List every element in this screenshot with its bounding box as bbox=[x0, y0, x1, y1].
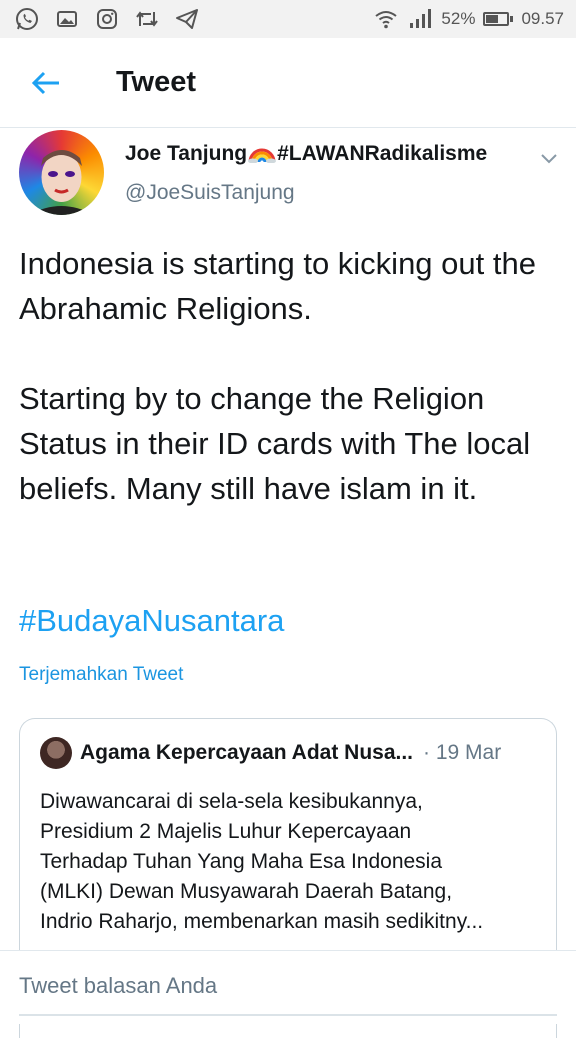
app-header: Tweet bbox=[0, 38, 576, 128]
arrow-left-icon bbox=[31, 71, 59, 94]
rainbow-icon bbox=[248, 148, 277, 163]
reply-input[interactable]: Tweet balasan Anda bbox=[19, 973, 217, 999]
instagram-icon bbox=[94, 6, 120, 32]
quoted-tweet-text: Diwawancarai di sela-sela kesibukannya, … bbox=[40, 790, 484, 933]
reply-bar: Tweet balasan Anda bbox=[0, 950, 576, 1024]
reply-underline bbox=[19, 1014, 557, 1016]
system-indicators: 52% 09.57 bbox=[373, 6, 564, 32]
signal-icon bbox=[407, 6, 433, 32]
battery-icon bbox=[483, 12, 514, 26]
tweet-paragraph: Indonesia is starting to kicking out the… bbox=[19, 246, 536, 326]
status-bar: 52% 09.57 bbox=[0, 0, 576, 38]
back-button[interactable] bbox=[16, 53, 76, 113]
quoted-author-name: Agama Kepercayaan Adat Nusa... bbox=[80, 741, 414, 764]
hashtag-link[interactable]: #BudayaNusantara bbox=[19, 598, 284, 643]
wifi-icon bbox=[373, 6, 399, 32]
notification-icons bbox=[14, 6, 200, 32]
tweet-paragraph: Starting by to change the Religion Statu… bbox=[19, 381, 531, 506]
tweet-text: Indonesia is starting to kicking out the… bbox=[19, 241, 564, 511]
tweet-menu-button[interactable] bbox=[534, 144, 564, 174]
translate-tweet-link[interactable]: Terjemahkan Tweet bbox=[19, 664, 183, 686]
battery-level bbox=[486, 15, 498, 23]
author-handle[interactable]: @JoeSuisTanjung bbox=[125, 181, 295, 205]
chevron-down-icon bbox=[541, 154, 557, 164]
quoted-avatar bbox=[40, 737, 72, 769]
clock: 09.57 bbox=[521, 9, 564, 28]
tweet: Joe Tanjung #LAWANRadikalisme @JoeSuisTan… bbox=[0, 128, 576, 1038]
gallery-icon bbox=[54, 6, 80, 32]
telegram-icon bbox=[174, 6, 200, 32]
whatsapp-icon bbox=[14, 6, 40, 32]
page-title: Tweet bbox=[116, 66, 197, 98]
quoted-tweet-header: Agama Kepercayaan Adat Nusa... · 19 Mar bbox=[40, 737, 540, 769]
battery-percent: 52% bbox=[441, 9, 476, 28]
quoted-date: · 19 Mar bbox=[423, 741, 502, 764]
author-name[interactable]: Joe Tanjung #LAWANRadikalisme bbox=[125, 142, 487, 166]
tweet-author-row: Joe Tanjung #LAWANRadikalisme @JoeSuisTan… bbox=[0, 128, 576, 220]
retweet-icon bbox=[134, 6, 160, 32]
avatar[interactable] bbox=[19, 130, 104, 215]
